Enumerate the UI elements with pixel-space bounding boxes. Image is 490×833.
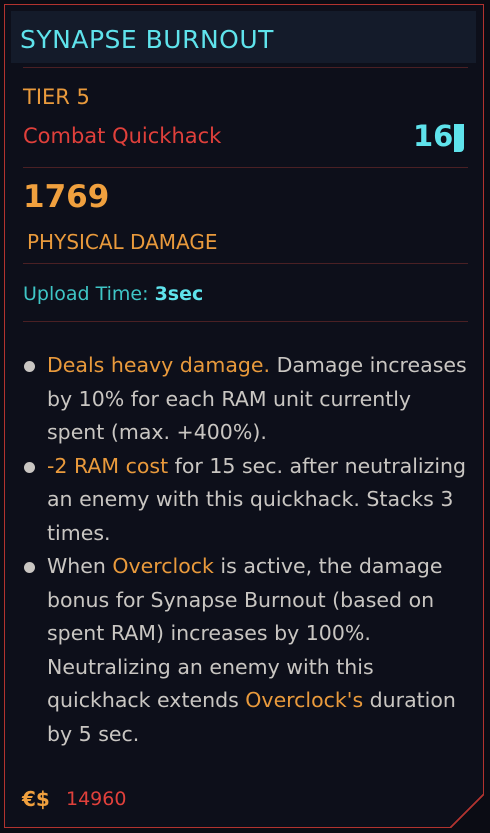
- effect-item: When Overclock is active, the damage bon…: [23, 550, 473, 751]
- quickhack-tooltip: SYNAPSE BURNOUT TIER 5 Combat Quickhack …: [4, 4, 484, 828]
- divider: [23, 67, 468, 68]
- ram-icon: [454, 124, 464, 152]
- upload-time-value: 3sec: [154, 283, 204, 305]
- effect-highlight: -2 RAM cost: [47, 453, 169, 478]
- divider: [23, 167, 468, 168]
- upload-time: Upload Time: 3sec: [23, 283, 203, 305]
- effect-text: When: [47, 554, 113, 578]
- effects-list: Deals heavy damage. Damage increases by …: [23, 349, 473, 751]
- effect-highlight: Overclock's: [245, 688, 364, 712]
- item-title: SYNAPSE BURNOUT: [20, 25, 274, 54]
- effect-highlight: Overclock: [112, 554, 214, 578]
- ram-cost: 16: [413, 119, 454, 153]
- effect-highlight: Deals heavy damage.: [47, 353, 271, 377]
- upload-time-label: Upload Time:: [23, 283, 149, 305]
- corner-decoration: [450, 794, 484, 828]
- damage-type: PHYSICAL DAMAGE: [27, 230, 218, 254]
- item-tier: TIER 5: [23, 85, 90, 109]
- effect-item: -2 RAM cost for 15 sec. after neutralizi…: [23, 450, 473, 551]
- divider: [23, 263, 468, 264]
- bullet-icon: [24, 461, 35, 473]
- item-type: Combat Quickhack: [23, 124, 222, 148]
- eurodollar-icon: €$: [22, 787, 50, 811]
- damage-value: 1769: [23, 179, 110, 215]
- bullet-icon: [24, 562, 35, 573]
- effect-item: Deals heavy damage. Damage increases by …: [23, 349, 473, 450]
- bullet-icon: [24, 361, 35, 372]
- divider: [23, 321, 468, 322]
- item-price: 14960: [66, 788, 127, 810]
